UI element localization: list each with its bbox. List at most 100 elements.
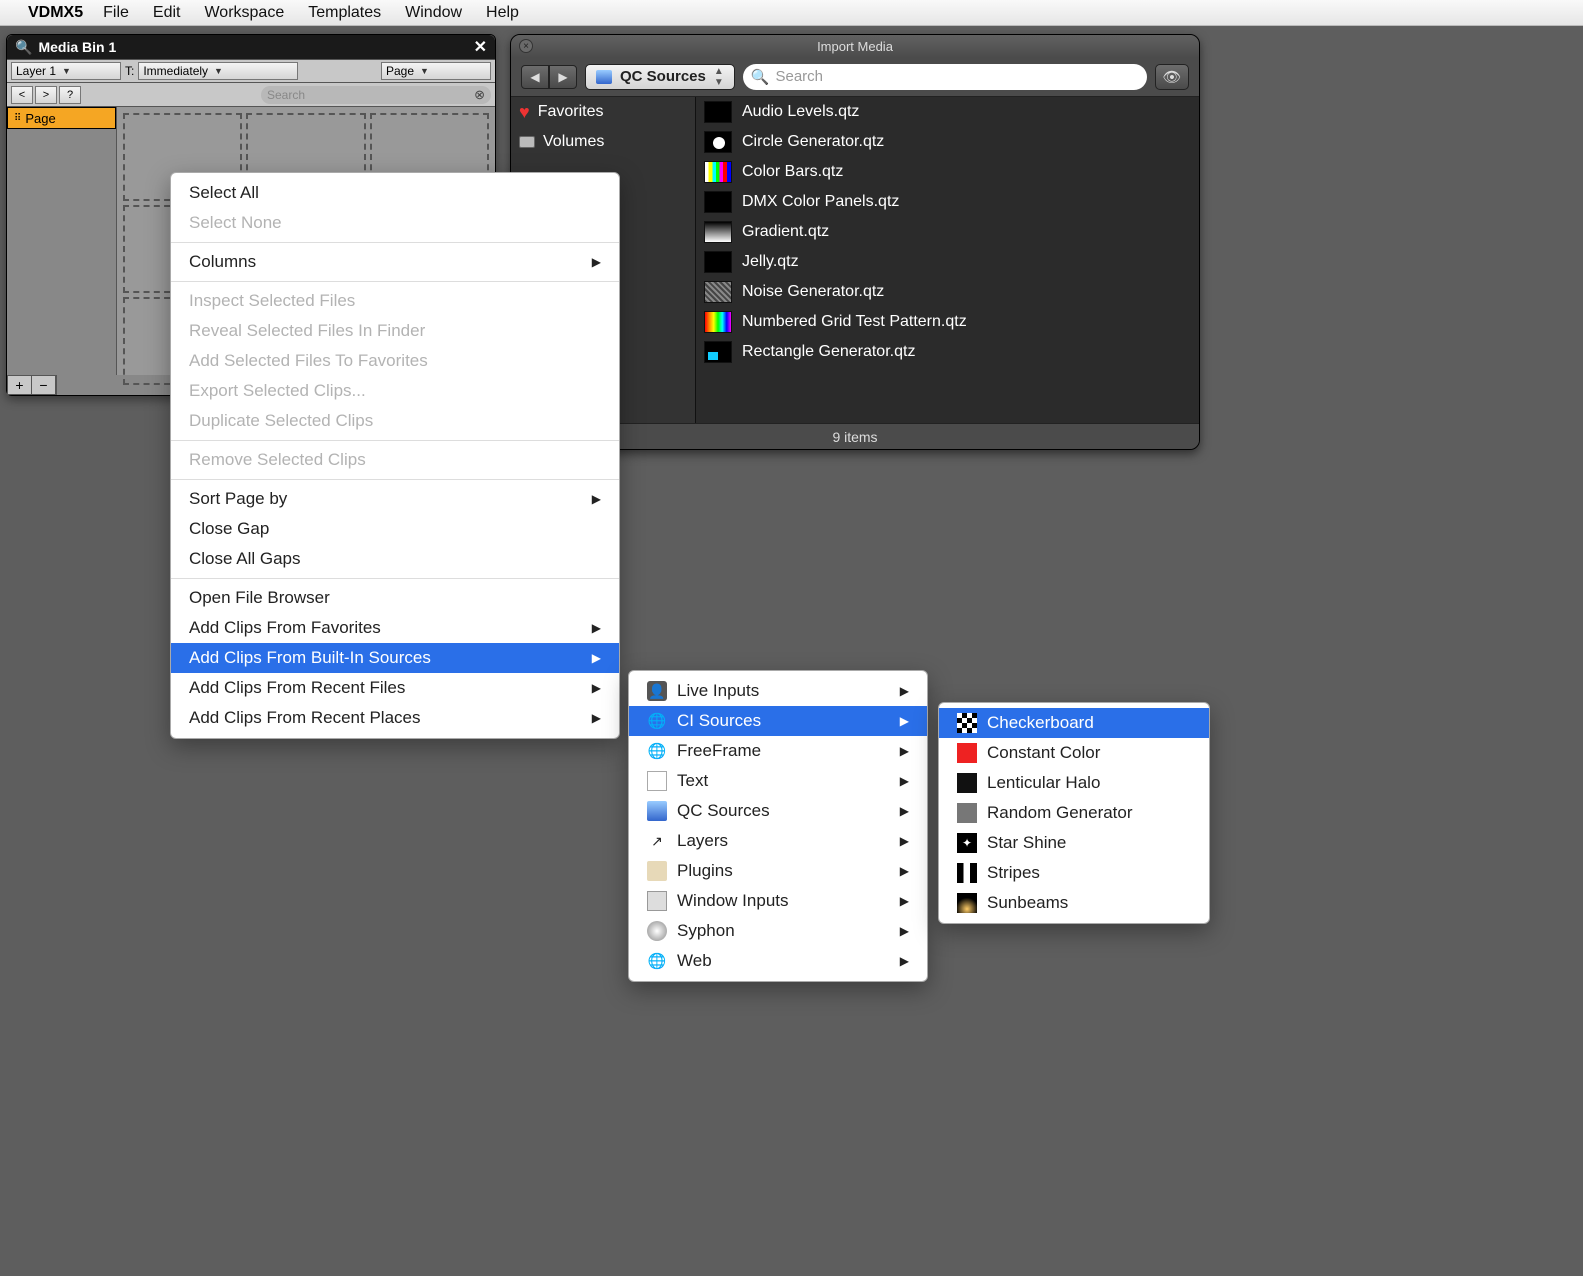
submenu-freeframe[interactable]: FreeFrame▶ xyxy=(629,736,927,766)
submenu-layers[interactable]: Layers▶ xyxy=(629,826,927,856)
file-row[interactable]: Color Bars.qtz xyxy=(696,157,1199,187)
ci-checkerboard[interactable]: Checkerboard xyxy=(939,708,1209,738)
star-icon xyxy=(957,833,977,853)
menu-edit[interactable]: Edit xyxy=(153,4,181,22)
submenu-window-inputs[interactable]: Window Inputs▶ xyxy=(629,886,927,916)
page-tab-label: Page xyxy=(25,111,55,126)
app-menu[interactable]: VDMX5 xyxy=(28,4,83,22)
chevron-right-icon: ▶ xyxy=(860,864,909,878)
chevron-right-icon: ▶ xyxy=(552,651,601,665)
chevron-right-icon: ▶ xyxy=(860,744,909,758)
menu-close-all-gaps[interactable]: Close All Gaps xyxy=(171,544,619,574)
file-row[interactable]: Numbered Grid Test Pattern.qtz xyxy=(696,307,1199,337)
file-row[interactable]: Jelly.qtz xyxy=(696,247,1199,277)
submenu-qc-sources[interactable]: QC Sources▶ xyxy=(629,796,927,826)
menu-select-all[interactable]: Select All xyxy=(171,178,619,208)
menu-reveal[interactable]: Reveal Selected Files In Finder xyxy=(171,316,619,346)
sidebar-item-volumes[interactable]: Volumes xyxy=(511,127,695,157)
import-file-list: Audio Levels.qtz Circle Generator.qtz Co… xyxy=(696,97,1199,423)
chevron-right-icon: ▶ xyxy=(860,804,909,818)
remove-page-button[interactable]: − xyxy=(32,376,56,394)
menu-open-file-browser[interactable]: Open File Browser xyxy=(171,583,619,613)
nav-back-button[interactable]: ◀ xyxy=(521,65,549,89)
menu-add-from-favorites[interactable]: Add Clips From Favorites▶ xyxy=(171,613,619,643)
grip-icon: ⠿ xyxy=(14,113,21,124)
submenu-live-inputs[interactable]: Live Inputs▶ xyxy=(629,676,927,706)
qc-folder-icon xyxy=(647,801,667,821)
file-thumb xyxy=(704,221,732,243)
menu-remove[interactable]: Remove Selected Clips xyxy=(171,445,619,475)
menu-columns[interactable]: Columns▶ xyxy=(171,247,619,277)
import-search-input[interactable]: 🔍 Search xyxy=(743,64,1147,90)
menu-help[interactable]: Help xyxy=(486,4,519,22)
import-titlebar[interactable]: × Import Media xyxy=(511,35,1199,57)
file-thumb xyxy=(704,161,732,183)
file-row[interactable]: DMX Color Panels.qtz xyxy=(696,187,1199,217)
menu-select-none[interactable]: Select None xyxy=(171,208,619,238)
submenu-web[interactable]: Web▶ xyxy=(629,946,927,976)
close-icon[interactable]: ✕ xyxy=(474,37,487,57)
page-dropdown[interactable]: Page▼ xyxy=(381,62,491,80)
file-row[interactable]: Audio Levels.qtz xyxy=(696,97,1199,127)
ci-constant-color[interactable]: Constant Color xyxy=(939,738,1209,768)
submenu-text[interactable]: Text▶ xyxy=(629,766,927,796)
plugin-icon xyxy=(647,861,667,881)
menu-add-from-builtin[interactable]: Add Clips From Built-In Sources▶ xyxy=(171,643,619,673)
nav-back-button[interactable]: < xyxy=(11,86,33,104)
sidebar-item-favorites[interactable]: ♥Favorites xyxy=(511,97,695,127)
ci-lenticular-halo[interactable]: Lenticular Halo xyxy=(939,768,1209,798)
menu-workspace[interactable]: Workspace xyxy=(204,4,284,22)
clear-search-icon[interactable]: ⊗ xyxy=(474,87,485,103)
folder-icon xyxy=(596,70,612,84)
menu-export[interactable]: Export Selected Clips... xyxy=(171,376,619,406)
nav-forward-button[interactable]: ▶ xyxy=(549,65,577,89)
menu-templates[interactable]: Templates xyxy=(308,4,381,22)
media-bin-search-input[interactable]: Search ⊗ xyxy=(261,86,491,104)
timing-label: T: xyxy=(125,64,134,78)
file-row[interactable]: Noise Generator.qtz xyxy=(696,277,1199,307)
search-icon: 🔍 xyxy=(15,39,32,56)
menubar: VDMX5 File Edit Workspace Templates Wind… xyxy=(0,0,1583,26)
media-bin-titlebar[interactable]: 🔍 Media Bin 1 ✕ xyxy=(7,35,495,59)
menu-inspect[interactable]: Inspect Selected Files xyxy=(171,286,619,316)
ci-stripes[interactable]: Stripes xyxy=(939,858,1209,888)
file-row[interactable]: Circle Generator.qtz xyxy=(696,127,1199,157)
menu-close-gap[interactable]: Close Gap xyxy=(171,514,619,544)
file-thumb xyxy=(704,101,732,123)
menu-window[interactable]: Window xyxy=(405,4,462,22)
help-button[interactable]: ? xyxy=(59,86,81,104)
ci-star-shine[interactable]: Star Shine xyxy=(939,828,1209,858)
preview-toggle-button[interactable]: 👁 xyxy=(1155,64,1189,90)
ci-random-generator[interactable]: Random Generator xyxy=(939,798,1209,828)
chevron-right-icon: ▶ xyxy=(860,714,909,728)
close-window-icon[interactable]: × xyxy=(519,39,533,53)
submenu-plugins[interactable]: Plugins▶ xyxy=(629,856,927,886)
checkerboard-icon xyxy=(957,713,977,733)
nav-forward-button[interactable]: > xyxy=(35,86,57,104)
menu-add-from-recent-places[interactable]: Add Clips From Recent Places▶ xyxy=(171,703,619,733)
menu-file[interactable]: File xyxy=(103,4,129,22)
page-tab[interactable]: ⠿ Page xyxy=(7,107,116,129)
chevron-right-icon: ▶ xyxy=(552,621,601,635)
menu-add-from-recent-files[interactable]: Add Clips From Recent Files▶ xyxy=(171,673,619,703)
submenu-syphon[interactable]: Syphon▶ xyxy=(629,916,927,946)
heart-icon: ♥ xyxy=(519,102,530,123)
menu-duplicate[interactable]: Duplicate Selected Clips xyxy=(171,406,619,436)
file-thumb xyxy=(704,341,732,363)
ci-sunbeams[interactable]: Sunbeams xyxy=(939,888,1209,918)
document-icon xyxy=(647,771,667,791)
file-row[interactable]: Gradient.qtz xyxy=(696,217,1199,247)
add-page-button[interactable]: + xyxy=(8,376,32,394)
context-menu: Select All Select None Columns▶ Inspect … xyxy=(170,172,620,739)
path-dropdown[interactable]: QC Sources ▲▼ xyxy=(585,64,735,90)
file-row[interactable]: Rectangle Generator.qtz xyxy=(696,337,1199,367)
file-thumb xyxy=(704,131,732,153)
menu-sort-page[interactable]: Sort Page by▶ xyxy=(171,484,619,514)
timing-dropdown[interactable]: Immediately▼ xyxy=(138,62,298,80)
import-title: Import Media xyxy=(817,39,893,54)
layer-dropdown[interactable]: Layer 1▼ xyxy=(11,62,121,80)
chevron-right-icon: ▶ xyxy=(552,492,601,506)
menu-add-favorites[interactable]: Add Selected Files To Favorites xyxy=(171,346,619,376)
submenu-ci-sources[interactable]: CI Sources▶ xyxy=(629,706,927,736)
chevron-right-icon: ▶ xyxy=(860,954,909,968)
